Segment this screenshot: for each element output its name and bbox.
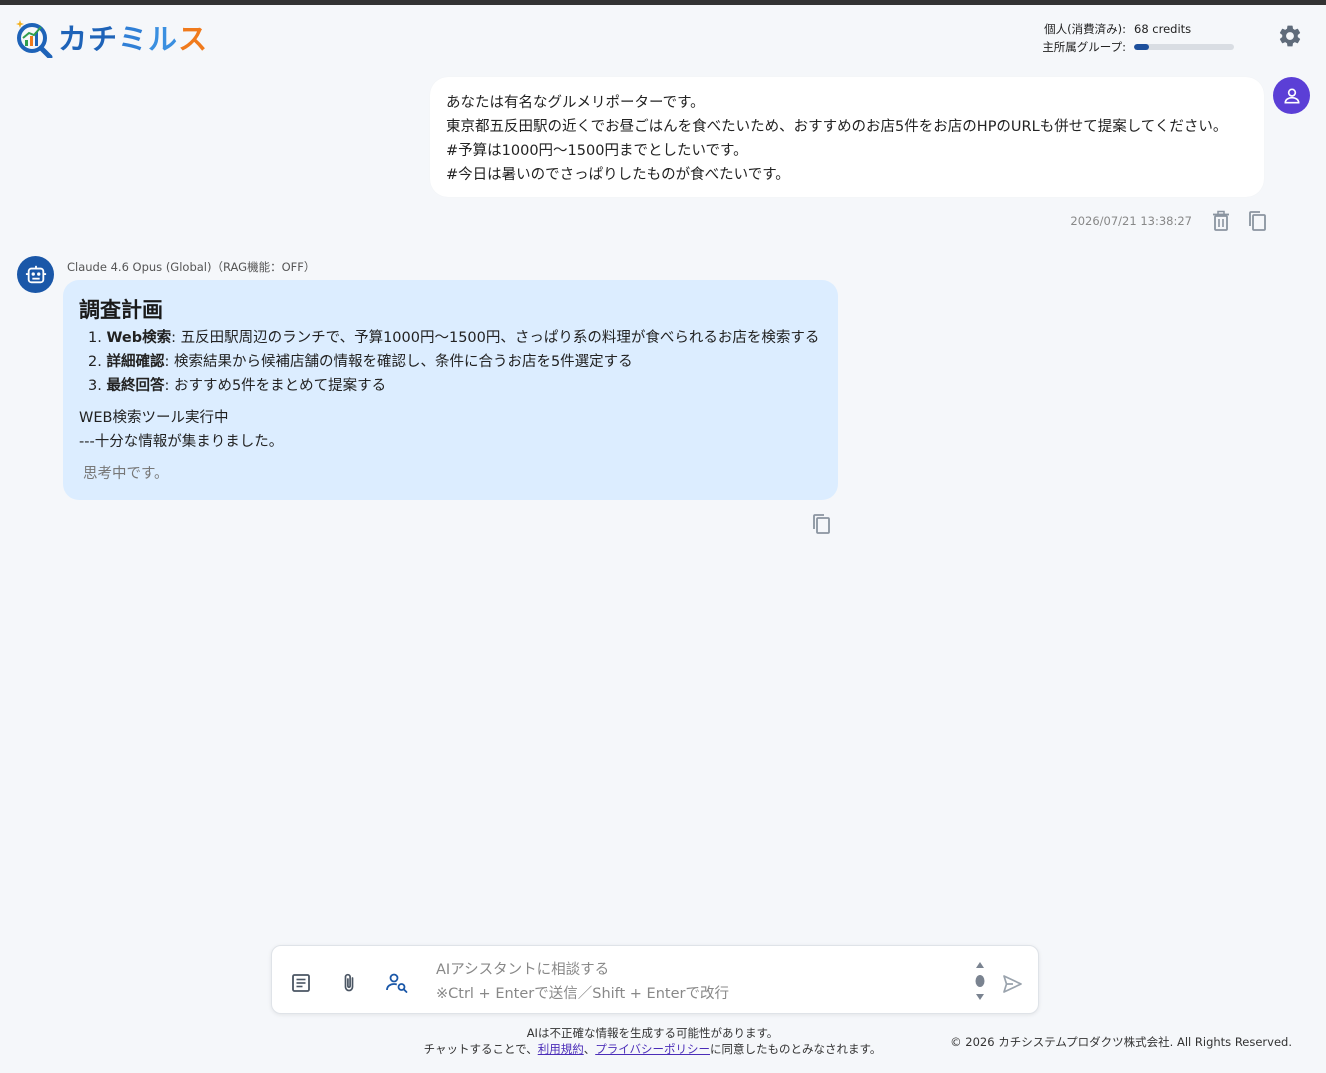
input-resize-handle-icon[interactable] (974, 960, 986, 1002)
logo-char: ス (178, 22, 209, 56)
bot-model-label: Claude 4.6 Opus (Global)（RAG機能：OFF） (67, 260, 316, 274)
thinking-indicator: 思考中です。 (83, 466, 169, 482)
user-message-line: #予算は1000円〜1500円までとしたいです。 (446, 143, 748, 159)
disclaimer-line: チャットすることで、利用規約、プライバシーポリシーに同意したものとみなされます。 (380, 1041, 925, 1057)
bot-copy-icon[interactable] (808, 511, 834, 537)
privacy-policy-link[interactable]: プライバシーポリシー (595, 1042, 710, 1056)
logo-char: ミ (118, 22, 149, 56)
ai-disclaimer: AIは不正確な情報を生成する可能性があります。 チャットすることで、利用規約、プ… (380, 1025, 925, 1057)
send-arrow-icon[interactable] (1001, 973, 1023, 995)
plan-item: 1. Web検索: 五反田駅周辺のランチで、予算1000円〜1500円、さっぱり… (88, 326, 822, 350)
bot-message-bubble: 調査計画 1. Web検索: 五反田駅周辺のランチで、予算1000円〜1500円… (63, 280, 838, 500)
plan-item-title: Web検索 (106, 330, 172, 346)
person-search-icon[interactable] (384, 970, 410, 996)
user-message-line: 東京都五反田駅の近くでお昼ごはんを食べたいため、おすすめのお店5件をお店のHPの… (446, 119, 1228, 135)
user-message-meta: 2026/07/21 13:38:27 (1050, 207, 1270, 235)
chat-input-box (271, 945, 1039, 1014)
plan-list: 1. Web検索: 五反田駅周辺のランチで、予算1000円〜1500円、さっぱり… (79, 326, 822, 398)
disclaimer-separator: 、 (583, 1042, 596, 1056)
plan-item-text: : おすすめ5件をまとめて提案する (164, 378, 387, 394)
logo-char: チ (88, 22, 119, 56)
tool-status: WEB検索ツール実行中 (79, 410, 229, 426)
logo-text: カチミルス (58, 16, 208, 58)
plan-item-number: 1. (88, 330, 102, 346)
logo-magnifier-icon (14, 16, 54, 60)
user-message-line: あなたは有名なグルメリポーターです。 (446, 95, 705, 111)
plan-item-text: : 五反田駅周辺のランチで、予算1000円〜1500円、さっぱり系の料理が食べら… (171, 330, 820, 346)
top-border (0, 0, 1326, 5)
plan-item: 2. 詳細確認: 検索結果から候補店舗の情報を確認し、条件に合うお店を5件選定す… (88, 350, 822, 374)
plan-item-title: 詳細確認 (106, 354, 165, 370)
group-credits-bar-fill (1134, 44, 1149, 50)
plan-heading: 調査計画 (79, 298, 163, 322)
prompt-template-document-icon[interactable] (288, 970, 314, 996)
chat-message-input[interactable] (436, 958, 956, 1006)
delete-trash-icon[interactable] (1208, 208, 1234, 234)
app-logo[interactable]: カチミルス (14, 16, 208, 60)
disclaimer-line: AIは不正確な情報を生成する可能性があります。 (526, 1026, 779, 1040)
group-credits-bar (1134, 44, 1234, 50)
disclaimer-text: に同意したものとみなされます。 (710, 1042, 882, 1056)
user-message-line: #今日は暑いのでさっぱりしたものが食べたいです。 (446, 167, 790, 183)
attach-paperclip-icon[interactable] (336, 970, 362, 996)
group-credits-label: 主所属グループ: (1042, 40, 1126, 54)
logo-char: ル (148, 22, 179, 56)
tool-result: ---十分な情報が集まりました。 (79, 434, 284, 450)
personal-credits-label: 個人(消費済み): (1044, 22, 1126, 36)
logo-char: カ (58, 22, 89, 56)
copy-icon[interactable] (1244, 208, 1270, 234)
credit-usage: 個人(消費済み): 68 credits 主所属グループ: (1042, 20, 1234, 56)
settings-gear-icon[interactable] (1277, 23, 1303, 49)
plan-item: 3. 最終回答: おすすめ5件をまとめて提案する (88, 374, 822, 398)
input-toolbar (288, 970, 410, 996)
personal-credits-value: 68 credits (1134, 22, 1192, 36)
plan-item-text: : 検索結果から候補店舗の情報を確認し、条件に合うお店を5件選定する (164, 354, 633, 370)
plan-item-title: 最終回答 (106, 378, 165, 394)
user-message-bubble: あなたは有名なグルメリポーターです。 東京都五反田駅の近くでお昼ごはんを食べたい… (430, 77, 1264, 197)
terms-link[interactable]: 利用規約 (538, 1042, 584, 1056)
user-avatar-icon (1273, 77, 1310, 114)
disclaimer-text: チャットすることで、 (423, 1042, 538, 1056)
copyright: © 2026 カチシステムプロダクツ株式会社. All Rights Reser… (950, 1035, 1292, 1049)
plan-item-number: 3. (88, 378, 102, 394)
message-timestamp: 2026/07/21 13:38:27 (1070, 214, 1192, 228)
plan-item-number: 2. (88, 354, 102, 370)
bot-avatar-robot-icon (17, 256, 54, 293)
